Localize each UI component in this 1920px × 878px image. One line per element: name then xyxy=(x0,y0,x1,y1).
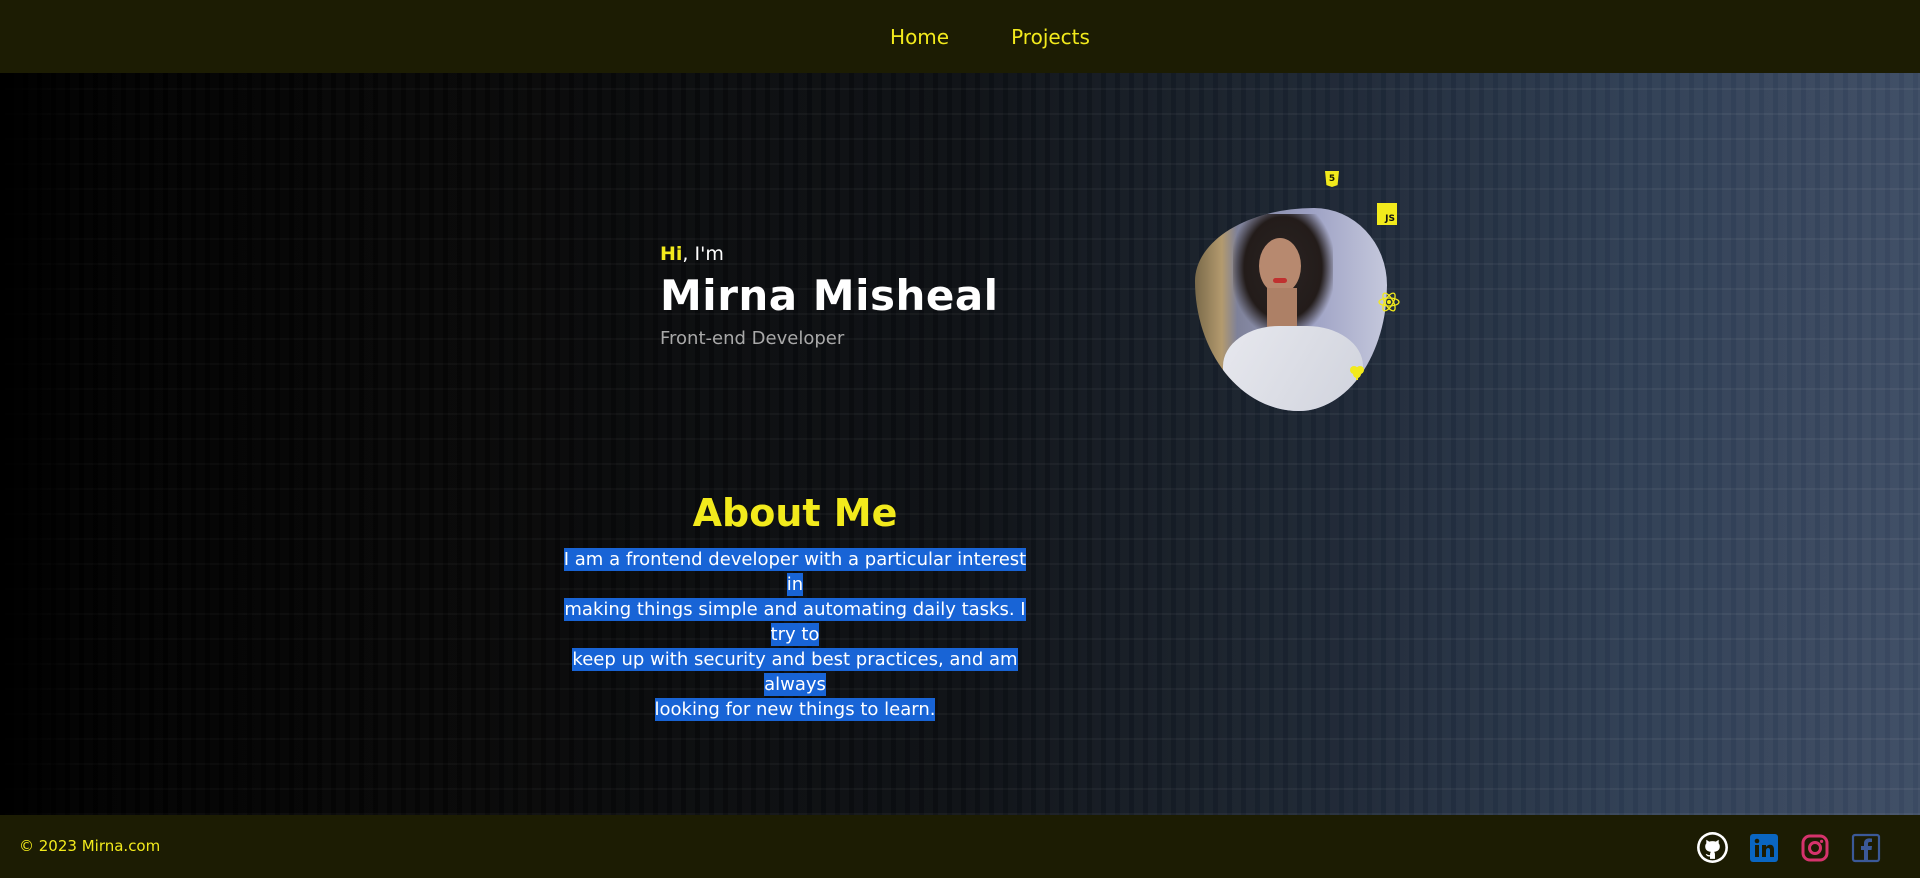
instagram-icon[interactable] xyxy=(1798,831,1831,864)
about-line: keep up with security and best practices… xyxy=(572,648,1018,696)
nav-projects-link[interactable]: Projects xyxy=(1011,25,1090,49)
profile-picture: 5 JS xyxy=(1195,171,1405,418)
footer: © 2023 Mirna.com xyxy=(0,815,1920,878)
social-links xyxy=(1696,831,1882,864)
nav-home-link[interactable]: Home xyxy=(890,25,949,49)
main-nav: Home Projects xyxy=(890,25,1090,49)
about-title: About Me xyxy=(692,491,898,535)
copyright: © 2023 Mirna.com xyxy=(19,837,161,855)
person-name: Mirna Misheal xyxy=(660,271,999,320)
html5-icon: 5 xyxy=(1325,171,1339,187)
greeting-hi: Hi xyxy=(660,243,683,265)
nodejs-icon xyxy=(1349,364,1365,380)
react-icon xyxy=(1377,290,1401,314)
hero-section: Hi, I'm Mirna Misheal Front-end Develope… xyxy=(0,73,1920,815)
job-title: Front-end Developer xyxy=(660,328,845,349)
about-line: making things simple and automating dail… xyxy=(564,598,1026,646)
github-icon[interactable] xyxy=(1696,831,1729,864)
intro: Hi, I'm Mirna Misheal Front-end Develope… xyxy=(660,243,999,349)
about-line: looking for new things to learn. xyxy=(654,698,936,721)
greeting: Hi, I'm xyxy=(660,243,999,265)
linkedin-icon[interactable] xyxy=(1747,831,1780,864)
about-text[interactable]: I am a frontend developer with a particu… xyxy=(555,547,1035,722)
about-line: I am a frontend developer with a particu… xyxy=(563,548,1027,596)
avatar xyxy=(1195,208,1387,411)
about-section: About Me I am a frontend developer with … xyxy=(555,491,1035,722)
top-navbar: Home Projects xyxy=(0,0,1920,73)
greeting-rest: , I'm xyxy=(682,243,724,265)
javascript-icon: JS xyxy=(1377,203,1397,225)
facebook-icon[interactable] xyxy=(1849,831,1882,864)
